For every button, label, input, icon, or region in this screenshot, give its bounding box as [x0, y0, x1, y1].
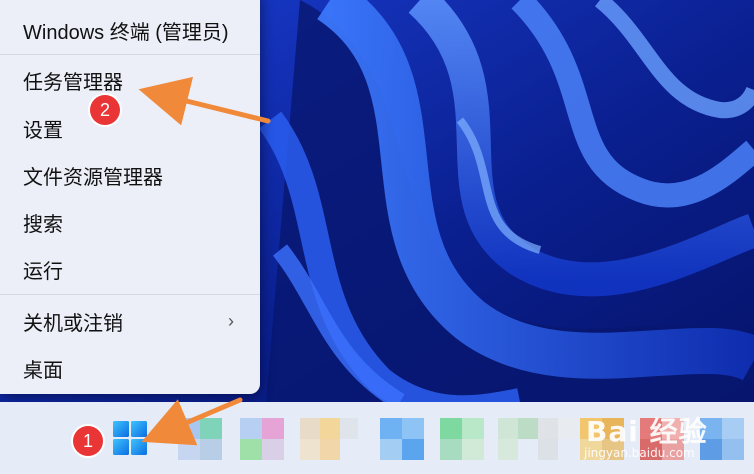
taskbar-app-icon[interactable] [440, 418, 484, 460]
baidu-jingyan-watermark: Bai 经验 jingyan.baidu.com [582, 408, 754, 470]
taskbar-app-icon[interactable] [240, 418, 284, 460]
menu-item-desktop[interactable]: 桌面 [0, 346, 260, 390]
watermark-url: jingyan.baidu.com [584, 446, 695, 460]
menu-item-label: 桌面 [23, 359, 63, 382]
windows-start-icon[interactable] [112, 420, 148, 456]
menu-item-settings[interactable]: 设置 [0, 106, 260, 150]
chevron-right-icon: › [228, 311, 234, 331]
menu-item-label: 运行 [23, 260, 63, 283]
menu-divider [0, 54, 260, 55]
taskbar-app-icon[interactable] [498, 418, 578, 460]
taskbar-app-icon[interactable] [178, 418, 222, 460]
menu-divider [0, 294, 260, 295]
menu-item-file-explorer[interactable]: 文件资源管理器 [0, 153, 260, 197]
menu-item-run[interactable]: 运行 [0, 247, 260, 291]
menu-item-task-manager[interactable]: 任务管理器 [0, 58, 260, 102]
menu-item-label: Windows 终端 (管理员) [23, 21, 229, 44]
menu-item-label: 任务管理器 [23, 71, 123, 94]
taskbar-app-icon[interactable] [380, 418, 424, 460]
step-badge-2: 2 [90, 95, 120, 125]
menu-item-label: 设置 [23, 119, 63, 142]
watermark-logo-text: Bai 经验 [586, 415, 708, 448]
menu-item-label: 关机或注销 [23, 312, 123, 335]
menu-item-label: 搜索 [23, 213, 63, 236]
menu-item-label: 文件资源管理器 [23, 166, 163, 189]
menu-item-windows-terminal-admin[interactable]: Windows 终端 (管理员) [0, 8, 260, 52]
step-badge-1: 1 [73, 426, 103, 456]
menu-item-shutdown-signout[interactable]: 关机或注销 › [0, 299, 260, 343]
menu-item-search[interactable]: 搜索 [0, 200, 260, 244]
winx-context-menu: Windows 终端 (管理员) 任务管理器 设置 文件资源管理器 搜索 运行 … [0, 0, 260, 394]
taskbar-app-icon[interactable] [300, 418, 358, 460]
